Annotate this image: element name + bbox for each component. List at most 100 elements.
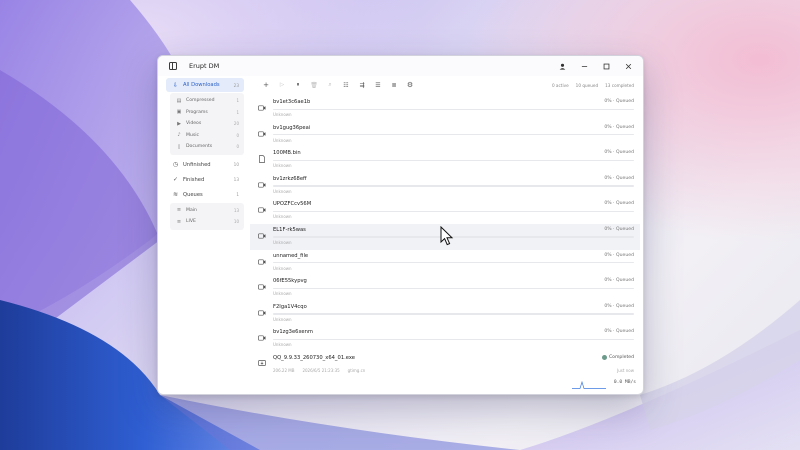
layers-icon: ≋ [172,191,179,198]
sidebar-toggle-icon[interactable] [169,62,177,70]
sidebar-item-label: Queues [183,191,203,198]
sidebar-item-label: Music [186,132,200,138]
program-icon: ▣ [176,109,182,116]
download-icon: ⇩ [172,81,179,89]
sidebar-item-unfinished[interactable]: ◷ Unfinished 10 [166,158,244,172]
play-icon: ▷ [279,82,285,88]
app-window: Erupt DM ⇩ All Downloads 23 ▤ Compressed… [157,55,644,395]
video-icon [258,130,266,138]
title-bar[interactable]: Erupt DM [158,56,643,76]
list-icon: ≣ [391,81,397,89]
file-name: EL1F-rk5was [273,226,306,233]
minimize-button[interactable] [573,56,595,76]
download-status: Completed [601,354,634,360]
sidebar-item-count: 0 [236,132,239,138]
sidebar-item-label: Programs [186,109,208,115]
sidebar-item-queue-main[interactable]: ≡ Main 13 [170,205,244,217]
maximize-icon [603,63,609,69]
video-icon [258,258,266,266]
download-row[interactable]: F2Iga1V4cqo 0% · Queued Unknown [250,301,640,327]
download-row[interactable]: bv1zrkz68eff 0% · Queued Unknown [250,173,640,199]
download-row-completed[interactable]: QQ_9.9.33_260730_x64_01.exe Completed 206.… [250,352,640,378]
file-size: Unknown [273,316,292,322]
file-icon [258,155,266,164]
sidebar-item-music[interactable]: ♪ Music 0 [170,130,244,142]
sidebar-item-documents[interactable]: ▯ Documents 0 [170,141,244,153]
add-download-button[interactable]: + [258,79,274,91]
close-button[interactable] [617,56,639,76]
download-row[interactable]: unnamed_file 0% · Queued Unknown [250,250,640,276]
download-row[interactable]: bv1gug36peai 0% · Queued Unknown [250,122,640,148]
file-size: Unknown [273,291,292,297]
file-name: 06fE55kypvg [273,278,307,285]
list-view-button[interactable]: ≣ [386,79,402,91]
schedule-button[interactable]: ☰ [370,79,386,91]
file-size: Unknown [273,188,292,194]
file-name: bv1zg3e6xenm [273,329,313,336]
delete-button[interactable]: 🗑 [306,79,322,91]
file-name: unnamed_file [273,252,309,259]
window-controls [551,56,639,76]
download-status: 0% · Queued [604,303,634,309]
sidebar-item-queues[interactable]: ≋ Queues 1 [166,188,244,202]
account-button[interactable] [551,56,573,76]
download-status: 0% · Queued [604,226,634,232]
filter-button[interactable]: ⇶ [354,79,370,91]
download-row[interactable]: bv1et3c6ae1b 0% · Queued Unknown [250,96,640,122]
file-size: 206.22 MB [273,367,295,373]
sidebar-item-videos[interactable]: ▶ Videos 20 [170,118,244,130]
file-name: UPOZFCcv56M [273,201,312,208]
video-icon [258,334,266,342]
sidebar-item-label: Unfinished [183,161,211,168]
sidebar-item-compressed[interactable]: ▤ Compressed 1 [170,95,244,107]
installer-icon [258,360,266,368]
open-folder-button[interactable]: ⌕ [322,79,338,91]
pause-button[interactable]: ⏸ [290,79,306,91]
window-title: Erupt DM [189,62,220,70]
sidebar-item-programs[interactable]: ▣ Programs 1 [170,107,244,119]
sidebar-item-label: Compressed [186,98,215,104]
sidebar-item-all-downloads[interactable]: ⇩ All Downloads 23 [166,78,244,92]
plus-icon: + [263,81,269,89]
file-source: gtimg.cn [347,367,366,373]
sidebar-item-label: All Downloads [183,82,220,88]
progress-bar [273,159,634,162]
resume-button[interactable]: ▷ [274,79,290,91]
progress-bar [273,262,634,264]
download-speed: 0.0 MB/s [613,380,636,385]
video-icon [258,309,266,317]
file-name: bv1gug36peai [273,124,311,131]
file-date: 2026/6/5 21:23:35 [302,367,340,373]
file-name: F2Iga1V4cqo [273,303,307,310]
download-row[interactable]: bv1zg3e6xenm 0% · Queued Unknown [250,326,640,352]
sidebar: ⇩ All Downloads 23 ▤ Compressed 1 ▣ Prog… [166,78,244,390]
speed-graph [572,381,606,389]
file-meta: 206.22 MB 2026/6/5 21:23:35 gtimg.cn [273,368,373,373]
video-icon [258,104,266,112]
download-status: 0% · Queued [604,99,634,104]
download-status: 0% · Queued [604,329,634,335]
sidebar-item-queue-live[interactable]: ≡ LIVE 10 [170,216,244,228]
maximize-button[interactable] [595,56,617,76]
queue-list: ≡ Main 13 ≡ LIVE 10 [170,202,244,230]
completed-time: Just now [617,367,634,373]
queue-settings-button[interactable]: ☷ [338,79,354,91]
sidebar-item-label: Videos [186,121,202,127]
list-icon: ≡ [176,218,182,225]
sidebar-item-count: 13 [233,207,239,213]
sidebar-item-label: Finished [183,176,205,183]
progress-bar [273,185,634,187]
pause-icon: ⏸ [296,81,300,88]
progress-bar [273,287,634,290]
sidebar-item-count: 1 [236,98,239,104]
sidebar-item-finished[interactable]: ✓ Finished 13 [166,173,244,187]
download-row[interactable]: 06fE55kypvg 0% · Queued Unknown [250,275,640,301]
sidebar-item-count: 10 [233,162,239,167]
minimize-icon [581,65,587,67]
category-list: ▤ Compressed 1 ▣ Programs 1 ▶ Videos 20 … [170,93,244,155]
list-icon: ≡ [176,207,182,214]
settings-button[interactable]: ⚙ [402,79,418,91]
download-row[interactable]: UPOZFCcv56M 0% · Queued Unknown [250,198,640,224]
calendar-icon: ☰ [375,81,381,89]
download-row[interactable]: 100MB.bin 0% · Queued Unknown [250,147,640,173]
